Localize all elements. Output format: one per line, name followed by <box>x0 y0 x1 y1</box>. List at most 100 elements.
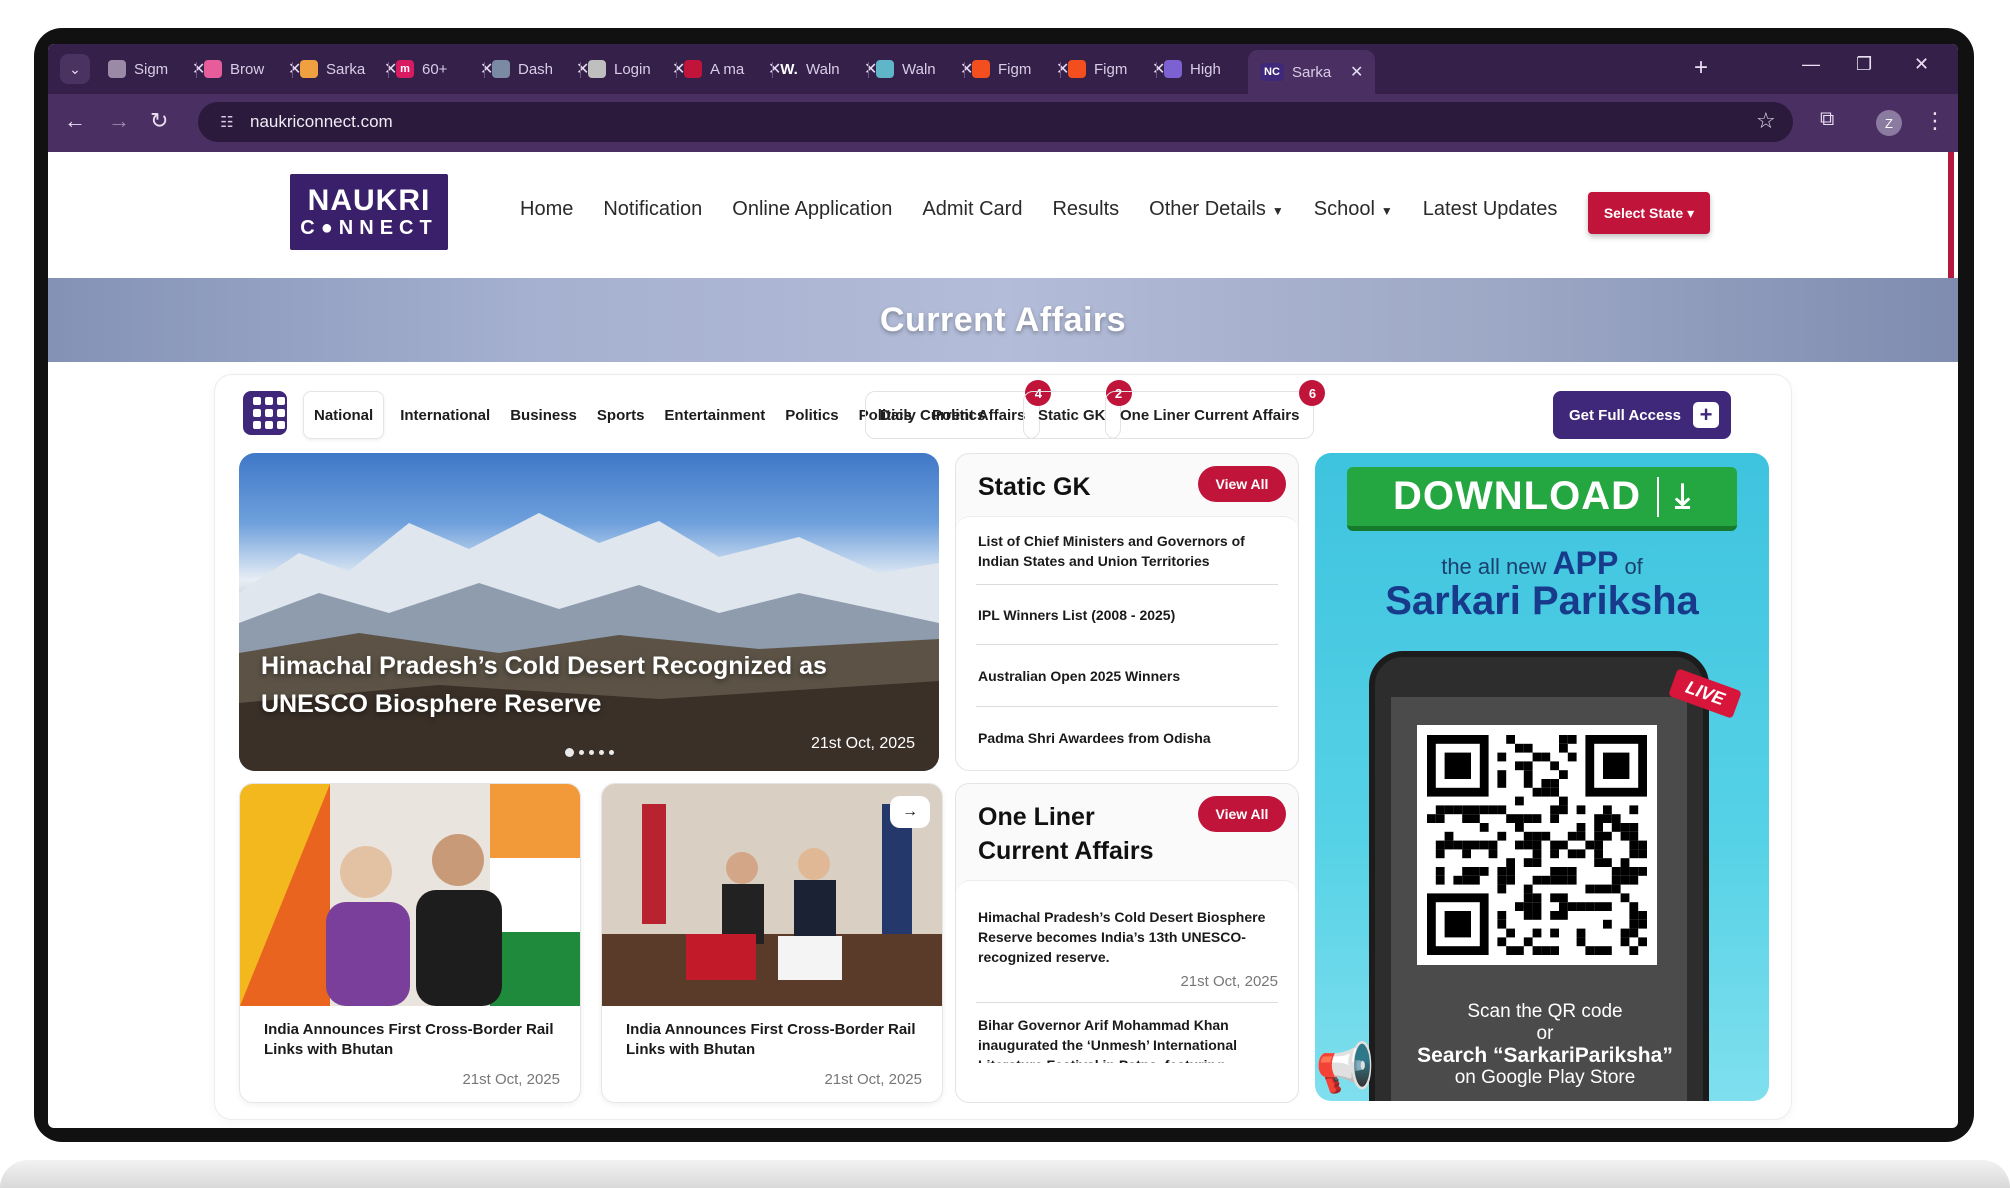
category-tab[interactable]: National <box>303 391 385 439</box>
list-item[interactable]: Australian Open 2025 Winners <box>976 645 1278 707</box>
logo-text-connect: C●NNECT <box>300 217 438 239</box>
news-card[interactable]: India Announces First Cross-Border Rail … <box>239 783 581 1103</box>
hero-headline[interactable]: Himachal Pradesh’s Cold Desert Recognize… <box>261 647 861 723</box>
list-item[interactable]: IPL Winners List (2008 - 2025) <box>976 585 1278 645</box>
new-tab-plus-icon[interactable]: + <box>1694 54 1708 82</box>
tab-title: Brow <box>230 60 265 78</box>
static-gk-view-all-button[interactable]: View All <box>1198 466 1286 502</box>
list-item[interactable]: Himachal Pradesh’s Cold Desert Biosphere… <box>976 881 1278 1003</box>
one-liner-box: One Liner Current Affairs View All Himac… <box>955 783 1299 1103</box>
news-card[interactable]: → India Announces First Cross-Border Rai… <box>601 783 943 1103</box>
one-liner-view-all-button[interactable]: View All <box>1198 796 1286 832</box>
caret-down-icon: ▼ <box>1380 204 1393 218</box>
slider-dots[interactable] <box>565 748 614 757</box>
nav-label: Online Application <box>732 198 893 220</box>
browser-tab[interactable]: Figm ✕ <box>972 53 1069 85</box>
browser-tab[interactable]: Sigm ✕ <box>108 53 205 85</box>
browser-tab[interactable]: m 60+ ✕ <box>396 53 493 85</box>
nav-item[interactable]: School ▼ <box>1314 198 1393 221</box>
download-icon: ⤓ <box>1674 477 1691 515</box>
scan-line2: or <box>1536 1023 1554 1044</box>
pill-label: One Liner Current Affairs <box>1120 406 1300 424</box>
news-card-title[interactable]: India Announces First Cross-Border Rail … <box>264 1020 564 1060</box>
promo-brand: Sarkari Pariksha <box>1385 579 1699 623</box>
news-card-title[interactable]: India Announces First Cross-Border Rail … <box>626 1020 926 1060</box>
nav-item[interactable]: Latest Updates <box>1423 198 1558 221</box>
list-item[interactable]: List of Chief Ministers and Governors of… <box>976 517 1278 585</box>
browser-tab[interactable]: Figm ✕ <box>1068 53 1165 85</box>
site-info-icon[interactable]: ☷ <box>216 111 238 133</box>
category-tab[interactable]: Business <box>500 391 587 439</box>
get-full-access-button[interactable]: Get Full Access + <box>1553 391 1731 439</box>
tab-separator <box>580 62 581 78</box>
category-tab[interactable]: Politics <box>775 391 848 439</box>
bot-icon <box>876 60 894 78</box>
nav-item[interactable]: Admit Card <box>922 198 1022 221</box>
browser-tab[interactable]: A ma ✕ <box>684 53 781 85</box>
app-download-promo[interactable]: DOWNLOAD ⤓ the all new APP of Sarkari Pa… <box>1315 453 1769 1101</box>
dot-icon <box>684 60 702 78</box>
browser-tab[interactable]: Dash ✕ <box>492 53 589 85</box>
one-liner-list: Himachal Pradesh’s Cold Desert Biosphere… <box>956 880 1298 1102</box>
news-card-date: 21st Oct, 2025 <box>824 1071 922 1088</box>
extensions-puzzle-icon[interactable]: ⧉ <box>1820 108 1834 131</box>
close-window-icon[interactable]: ✕ <box>1914 54 1929 75</box>
scan-line3: Search “SarkariPariksha” <box>1417 1044 1673 1067</box>
browser-tab[interactable]: Waln ✕ <box>876 53 973 85</box>
nav-item[interactable]: Other Details ▼ <box>1149 198 1284 221</box>
w-icon: W. <box>780 60 798 78</box>
tab-title: 60+ <box>422 60 448 78</box>
browser-tab[interactable]: W. Waln ✕ <box>780 53 877 85</box>
browser-tab[interactable]: Login ✕ <box>588 53 685 85</box>
static-gk-box: Static GK View All List of Chief Ministe… <box>955 453 1299 771</box>
select-state-button[interactable]: Select State ▾ <box>1588 192 1710 234</box>
promo-sub-post: of <box>1624 554 1643 579</box>
dribbble-icon <box>204 60 222 78</box>
hat-icon <box>588 60 606 78</box>
tab-close-icon[interactable]: ✕ <box>1350 62 1363 82</box>
categories-grid-icon[interactable] <box>243 391 287 435</box>
one-liner-text: Himachal Pradesh’s Cold Desert Biosphere… <box>978 908 1266 965</box>
download-banner[interactable]: DOWNLOAD ⤓ <box>1347 467 1737 531</box>
next-arrow-icon[interactable]: → <box>890 796 930 828</box>
browser-tab[interactable]: Sarka ✕ <box>300 53 397 85</box>
nav-label: School <box>1313 198 1375 220</box>
pill-daily-current-affairs[interactable]: Daily Current Affairs 4 <box>865 380 1052 439</box>
plus-icon: + <box>1693 402 1719 428</box>
restore-icon[interactable]: ❐ <box>1856 54 1872 75</box>
tab-search-dropdown-icon[interactable]: ⌄ <box>60 54 90 84</box>
tab-title: A ma <box>710 60 745 78</box>
minimize-icon[interactable]: — <box>1802 54 1820 75</box>
list-item[interactable]: Padma Shri Awardees from Odisha <box>976 707 1278 769</box>
category-tab[interactable]: International <box>390 391 500 439</box>
forward-arrow-icon[interactable]: → <box>108 108 130 134</box>
nav-item[interactable]: Online Application <box>732 198 892 221</box>
site-logo[interactable]: NAUKRI C●NNECT <box>290 174 448 250</box>
reload-icon[interactable]: ↻ <box>150 108 168 134</box>
list-item[interactable]: Bihar Governor Arif Mohammad Khan inaugu… <box>976 1003 1278 1063</box>
address-bar-row: ← → ↻ ☷ naukriconnect.com ☆ ⧉ Z ⋮ <box>48 94 1958 152</box>
tab-title: Figm <box>998 60 1032 78</box>
nav-item[interactable]: Notification <box>603 198 702 221</box>
tab-bar: ⌄ Sigm ✕ Brow ✕ Sarka ✕ m 60+ ✕ Dash ✕ Login ✕ A ma ✕ W… <box>48 44 1958 94</box>
nav-item[interactable]: Home <box>520 198 573 221</box>
browser-tab[interactable]: Brow ✕ <box>204 53 301 85</box>
browser-tab[interactable]: High✕ <box>1164 53 1261 85</box>
profile-avatar[interactable]: Z <box>1876 110 1902 136</box>
count-badge: 6 <box>1299 380 1326 406</box>
browser-menu-icon[interactable]: ⋮ <box>1924 108 1946 134</box>
full-access-label: Get Full Access <box>1569 406 1681 424</box>
browser-tab[interactable]: NC Sarka ✕ <box>1248 50 1376 94</box>
tab-separator <box>388 62 389 78</box>
pill-one-liner-current-affairs[interactable]: One Liner Current Affairs 6 <box>1105 380 1326 439</box>
one-liner-date: 21st Oct, 2025 <box>1180 973 1278 990</box>
site-header: NAUKRI C●NNECT Home Notification Online Ap… <box>48 152 1958 278</box>
url-input[interactable]: ☷ naukriconnect.com <box>198 102 1793 142</box>
nav-item[interactable]: Results <box>1052 198 1119 221</box>
bookmark-star-icon[interactable]: ☆ <box>1756 108 1776 134</box>
back-arrow-icon[interactable]: ← <box>64 108 86 134</box>
category-tab[interactable]: Sports <box>587 391 655 439</box>
category-tab[interactable]: Entertainment <box>654 391 775 439</box>
tab-separator <box>1060 62 1061 78</box>
hero-news-slider[interactable]: Himachal Pradesh’s Cold Desert Recognize… <box>239 453 939 771</box>
